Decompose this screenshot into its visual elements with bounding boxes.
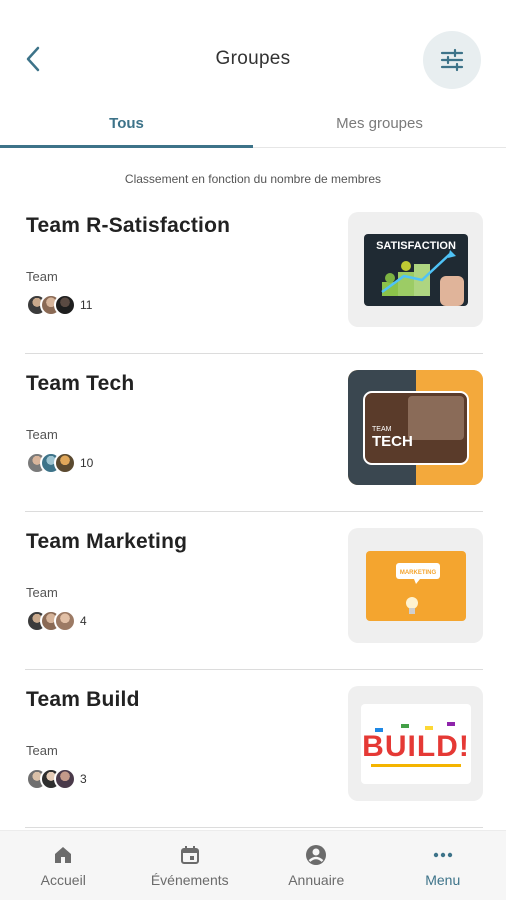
group-list: Team R-Satisfaction Team 11 SATISFACTION — [25, 196, 483, 828]
bottom-nav: Accueil Événements Annuaire Menu — [0, 830, 506, 900]
group-name: Team Build — [26, 688, 140, 711]
nav-label: Événements — [150, 872, 229, 888]
thumb-tech-big-text: TECH — [372, 433, 413, 450]
thumb-marketing-text: MARKETING — [399, 570, 436, 576]
group-item[interactable]: Team Marketing Team 4 MARKETING — [25, 512, 483, 670]
group-item[interactable]: Team R-Satisfaction Team 11 SATISFACTION — [25, 196, 483, 354]
tab-bar: Tous Mes groupes — [0, 104, 506, 148]
avatar — [54, 610, 76, 632]
nav-item-menu[interactable]: Menu — [380, 831, 506, 900]
header: Groupes — [0, 0, 506, 104]
member-avatars: 4 — [26, 609, 87, 633]
more-icon — [431, 843, 455, 867]
group-item[interactable]: Team Tech Team 10 TEAM TECH — [25, 354, 483, 512]
sliders-icon — [440, 48, 464, 72]
tab-mes-groupes[interactable]: Mes groupes — [253, 104, 506, 147]
avatar — [54, 452, 76, 474]
calendar-icon — [178, 843, 202, 867]
marketing-image: MARKETING — [348, 528, 483, 643]
tech-image: TEAM TECH — [348, 370, 483, 485]
group-type: Team — [26, 427, 58, 442]
member-count: 4 — [80, 614, 87, 628]
avatar — [54, 768, 76, 790]
member-avatars: 3 — [26, 767, 87, 791]
nav-label: Menu — [425, 872, 461, 888]
member-avatars: 11 — [26, 293, 92, 317]
thumb-satisfaction-text: SATISFACTION — [376, 240, 456, 252]
tab-tous[interactable]: Tous — [0, 104, 253, 148]
thumb-build-text: BUILD! — [362, 730, 470, 763]
group-type: Team — [26, 743, 58, 758]
satisfaction-image: SATISFACTION — [348, 212, 483, 327]
filter-button[interactable] — [423, 31, 481, 89]
group-type: Team — [26, 585, 58, 600]
nav-item-accueil[interactable]: Accueil — [0, 831, 127, 900]
group-item[interactable]: Team Build Team 3 BUILD! — [25, 670, 483, 828]
user-circle-icon — [304, 843, 328, 867]
nav-item-evenements[interactable]: Événements — [127, 831, 254, 900]
build-image: BUILD! — [348, 686, 483, 801]
member-count: 11 — [80, 298, 93, 312]
nav-label: Accueil — [40, 872, 86, 888]
group-name: Team Tech — [26, 372, 135, 395]
avatar — [54, 294, 76, 316]
group-name: Team R-Satisfaction — [26, 214, 231, 237]
member-count: 10 — [80, 456, 94, 470]
group-name: Team Marketing — [26, 530, 188, 553]
group-type: Team — [26, 269, 58, 284]
nav-label: Annuaire — [288, 872, 345, 888]
home-icon — [51, 843, 75, 867]
member-count: 3 — [80, 772, 87, 786]
member-avatars: 10 — [26, 451, 93, 475]
list-subtitle: Classement en fonction du nombre de memb… — [124, 172, 382, 186]
nav-item-annuaire[interactable]: Annuaire — [253, 831, 380, 900]
thumb-tech-small-text: TEAM — [372, 426, 392, 433]
